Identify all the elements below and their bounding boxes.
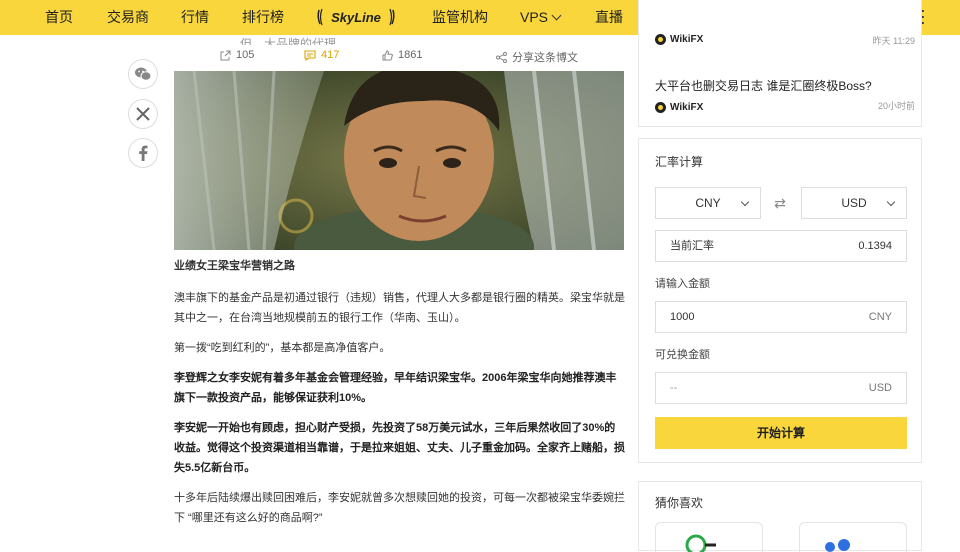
recommend-card: 猜你喜欢 xyxy=(638,481,922,552)
rate-value: 0.1394 xyxy=(858,240,892,252)
skyline-logo[interactable]: SkyLine xyxy=(316,4,396,31)
rate-label: 当前汇率 xyxy=(670,240,714,252)
nav-market[interactable]: 行情 xyxy=(181,0,209,35)
facebook-icon xyxy=(139,145,148,161)
recommend-title: 猜你喜欢 xyxy=(655,496,704,510)
recommend-item[interactable] xyxy=(799,522,907,552)
nav-vps-label: VPS xyxy=(520,9,549,25)
amount-currency: CNY xyxy=(868,311,892,323)
nav-regulators[interactable]: 监管机构 xyxy=(432,0,488,35)
calculate-button[interactable]: 开始计算 xyxy=(655,417,907,449)
news-card: WikiFX 昨天 11:29 大平台也删交易日志 谁是汇圈终极Boss? Wi… xyxy=(638,0,922,127)
article-subheading: 业绩女王梁宝华营销之路 xyxy=(174,260,295,272)
wechat-icon xyxy=(135,67,152,81)
svg-text:SkyLine: SkyLine xyxy=(331,10,381,25)
comment-icon xyxy=(304,49,316,61)
news-source-label: WikiFX xyxy=(670,34,704,45)
swap-icon[interactable]: ⇄ xyxy=(772,195,788,212)
x-share-button[interactable] xyxy=(128,99,158,129)
article-title-clipped: ...但，大品牌的代理... xyxy=(230,37,347,45)
chevron-down-icon xyxy=(886,197,896,207)
share-nodes-icon xyxy=(496,51,507,63)
article-paragraph: 第一拨“吃到红利的”，基本都是高净值客户。 xyxy=(174,342,391,354)
news-item[interactable]: 大平台也删交易日志 谁是汇圈终极Boss? WikiFX 20小时前 xyxy=(655,77,915,113)
news-source: WikiFX xyxy=(655,102,915,113)
recommend-thumbnail xyxy=(685,534,716,552)
amount-value: 1000 xyxy=(670,311,695,323)
wikifx-logo-icon xyxy=(655,34,666,45)
article-stats-bar: 105 417 1861 分享这条博文 xyxy=(174,46,624,68)
wikifx-logo-icon xyxy=(655,102,666,113)
thumbs-up-icon xyxy=(382,49,393,60)
article-paragraph: 李登辉之女李安妮有着多年基金会管理经验，早年结识梁宝华。2006年梁宝华向她推荐… xyxy=(174,372,617,404)
recommend-item[interactable] xyxy=(655,522,763,552)
article-paragraph: 澳丰旗下的基金产品是初通过银行（违规）销售，代理人大多都是银行圈的精英。梁宝华就… xyxy=(174,292,625,324)
news-source-label: WikiFX xyxy=(670,102,704,113)
news-time: 昨天 11:29 xyxy=(872,36,915,46)
share-post-label: 分享这条博文 xyxy=(512,52,578,64)
nav-brokers[interactable]: 交易商 xyxy=(107,0,149,35)
result-label: 可兑换金额 xyxy=(655,349,710,361)
exchange-calculator-card: 汇率计算 CNY ⇄ USD 当前汇率 0.1394 请输入金额 1000 CN… xyxy=(638,138,922,463)
share-count[interactable]: 105 xyxy=(220,49,254,61)
to-currency-value: USD xyxy=(841,196,867,210)
like-count-value: 1861 xyxy=(398,49,423,61)
article-paragraph: 十多年后陆续爆出赎回困难后，李安妮就曾多次想赎回她的投资，可每一次都被梁宝华委婉… xyxy=(174,492,625,524)
chevron-down-icon xyxy=(740,197,750,207)
to-currency-select[interactable]: USD xyxy=(801,187,907,219)
nav-home[interactable]: 首页 xyxy=(45,0,73,35)
nav-ranking[interactable]: 排行榜 xyxy=(242,0,284,35)
amount-label: 请输入金额 xyxy=(655,278,710,290)
comment-count-value: 417 xyxy=(321,49,340,61)
amount-input[interactable]: 1000 CNY xyxy=(655,301,907,333)
result-value: -- xyxy=(670,382,678,394)
article-body: 业绩女王梁宝华营销之路 澳丰旗下的基金产品是初通过银行（违规）销售，代理人大多都… xyxy=(174,256,626,538)
comment-count[interactable]: 417 xyxy=(304,49,339,61)
current-rate-field: 当前汇率 0.1394 xyxy=(655,230,907,262)
facebook-share-button[interactable] xyxy=(128,138,158,168)
news-time: 20小时前 xyxy=(877,101,915,111)
result-currency: USD xyxy=(868,382,892,394)
x-logo-icon xyxy=(136,107,150,121)
like-count[interactable]: 1861 xyxy=(382,49,422,61)
news-item[interactable]: WikiFX 昨天 11:29 xyxy=(655,34,915,46)
share-out-icon xyxy=(220,50,231,60)
wechat-share-button[interactable] xyxy=(128,59,158,89)
share-post-button[interactable]: 分享这条博文 xyxy=(496,49,578,65)
from-currency-select[interactable]: CNY xyxy=(655,187,761,219)
nav-vps[interactable]: VPS xyxy=(520,0,562,35)
news-title: 大平台也删交易日志 谁是汇圈终极Boss? xyxy=(655,79,872,93)
share-count-value: 105 xyxy=(236,49,255,61)
from-currency-value: CNY xyxy=(695,196,721,210)
article-image xyxy=(174,71,624,250)
chevron-down-icon xyxy=(551,10,562,21)
nav-live[interactable]: 直播 xyxy=(595,0,623,35)
recommend-thumbnail xyxy=(825,539,850,552)
result-field: -- USD xyxy=(655,372,907,404)
article-paragraph: 李安妮一开始也有顾虑，担心财产受损，先投资了58万美元试水，三年后果然收回了30… xyxy=(174,422,625,474)
calculator-title: 汇率计算 xyxy=(655,155,704,169)
